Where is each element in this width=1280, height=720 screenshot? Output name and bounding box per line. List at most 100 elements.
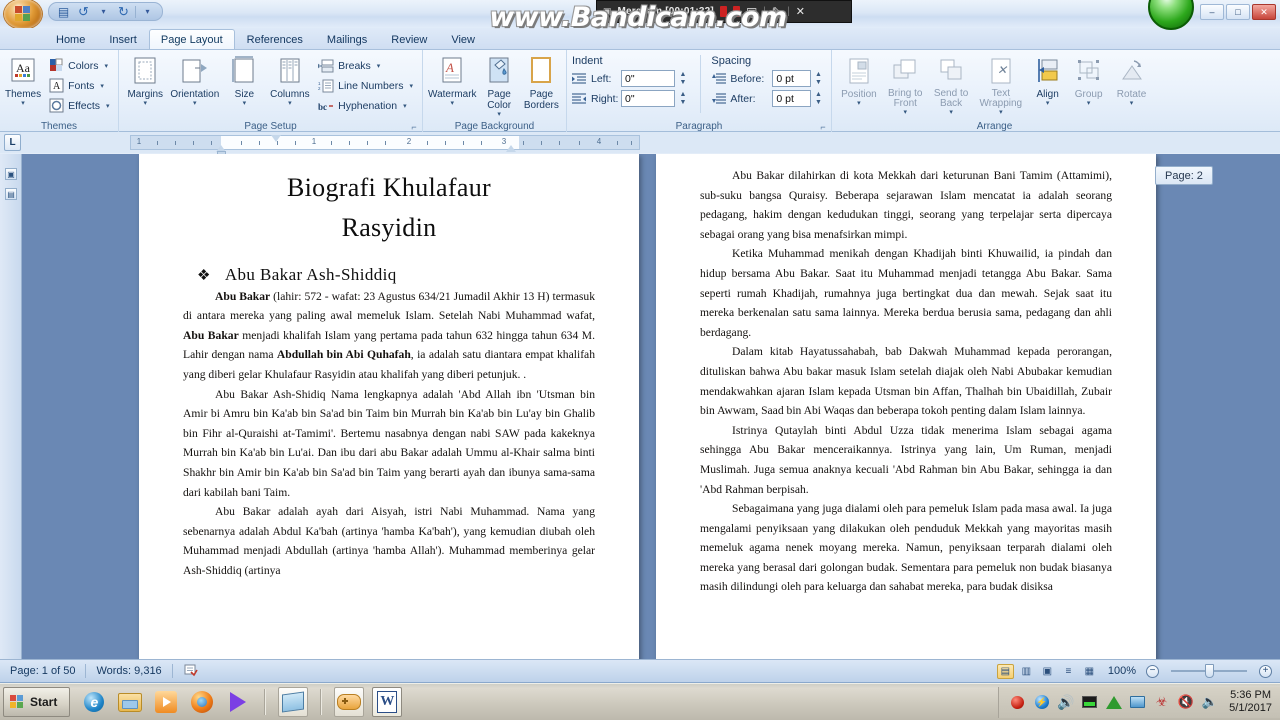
indent-right-input[interactable]: 0" (621, 90, 676, 107)
view-print-layout[interactable]: ▤ (996, 663, 1014, 679)
notes-app-icon[interactable] (278, 687, 309, 717)
align-button[interactable]: Align ▾ (1029, 53, 1066, 107)
columns-button[interactable]: Columns ▾ (269, 53, 311, 107)
proofing-errors-icon[interactable] (173, 663, 209, 680)
size-arrow[interactable]: ▾ (243, 100, 247, 107)
blue-sync-icon[interactable]: ⚡ (1033, 694, 1050, 711)
indent-left-spinner[interactable]: ▲ ▼ (679, 71, 690, 87)
zoom-out-button[interactable]: − (1146, 664, 1159, 678)
virus-shield-icon[interactable]: ☣ (1153, 694, 1170, 711)
gutter-marker-1[interactable]: ▣ (5, 168, 17, 180)
view-full-screen-reading[interactable]: ▥ (1018, 664, 1035, 679)
undo-icon[interactable]: ↺ (75, 4, 92, 20)
microsoft-word-icon[interactable]: W (372, 687, 403, 717)
customize-qat-icon[interactable]: ▾ (139, 4, 156, 20)
group-arrow[interactable]: ▾ (1087, 100, 1091, 107)
bring-to-front-arrow[interactable]: ▾ (903, 109, 907, 116)
line-numbers-arrow[interactable]: ▾ (409, 82, 413, 90)
theme-effects-button[interactable]: Effects ▾ (44, 96, 113, 115)
file-explorer-icon[interactable] (116, 688, 144, 716)
watermark-button[interactable]: A Watermark ▾ (428, 53, 477, 107)
spacing-after-input[interactable]: 0 pt (772, 90, 811, 107)
align-arrow[interactable]: ▾ (1046, 100, 1050, 107)
bring-to-front-button[interactable]: Bring to Front ▾ (884, 53, 927, 116)
indent-left-input[interactable]: 0" (621, 70, 676, 87)
spacing-after-spinner[interactable]: ▲ ▼ (815, 91, 826, 107)
document-page-2[interactable]: Abu Bakar dilahirkan di kota Mekkah dari… (656, 154, 1156, 659)
right-indent-marker[interactable] (506, 145, 516, 152)
view-outline[interactable]: ≡ (1060, 664, 1077, 679)
sound-muted-icon[interactable]: 🔇 (1177, 694, 1194, 711)
firefox-icon[interactable] (188, 688, 216, 716)
theme-fonts-button[interactable]: A Fonts ▾ (44, 76, 113, 95)
indent-right-spinner[interactable]: ▲ ▼ (679, 91, 690, 107)
windows-media-player-icon[interactable] (152, 688, 180, 716)
hyphenation-arrow[interactable]: ▾ (403, 102, 407, 110)
media-play-icon[interactable] (224, 688, 252, 716)
group-button[interactable]: Group ▾ (1069, 53, 1108, 107)
text-wrapping-arrow[interactable]: ▾ (999, 109, 1003, 116)
orientation-button[interactable]: Orientation ▾ (169, 53, 220, 107)
speaker-icon[interactable]: 🔈 (1201, 694, 1218, 711)
equalizer-icon[interactable] (1081, 694, 1098, 711)
bandicam-record-icon[interactable] (1009, 694, 1026, 711)
zoom-slider[interactable] (1163, 664, 1255, 678)
columns-arrow[interactable]: ▾ (288, 100, 292, 107)
network-screen-icon[interactable] (1129, 694, 1146, 711)
tab-stop-selector[interactable]: L (4, 134, 21, 151)
document-canvas[interactable]: ▣ ▤ Biografi Khulafaur Rasyidin ❖ Abu Ba… (0, 154, 1280, 659)
size-button[interactable]: Size ▾ (223, 53, 265, 107)
gutter-marker-2[interactable]: ▤ (5, 188, 17, 200)
word-count[interactable]: Words: 9,316 (86, 665, 171, 677)
close-button[interactable]: ✕ (1252, 4, 1276, 20)
breaks-button[interactable]: Breaks ▾ (314, 56, 417, 75)
text-wrapping-button[interactable]: ✕ Text Wrapping ▾ (976, 53, 1027, 116)
undo-dropdown-icon[interactable]: ▾ (95, 4, 112, 20)
view-web-layout[interactable]: ▣ (1039, 664, 1056, 679)
paragraph-dialog-launcher[interactable]: ⌐ (818, 122, 828, 132)
clock[interactable]: 5:36 PM 5/1/2017 (1225, 689, 1272, 715)
zoom-thumb[interactable] (1205, 664, 1214, 678)
zoom-in-button[interactable]: + (1259, 664, 1272, 678)
page-setup-dialog-launcher[interactable]: ⌐ (409, 122, 419, 132)
position-arrow[interactable]: ▾ (857, 100, 861, 107)
save-icon[interactable]: ▤ (55, 4, 72, 20)
send-to-back-arrow[interactable]: ▾ (949, 109, 953, 116)
green-triangle-icon[interactable] (1105, 694, 1122, 711)
breaks-arrow[interactable]: ▾ (377, 62, 381, 70)
page-color-button[interactable]: Page Color ▾ (480, 53, 519, 118)
internet-explorer-icon[interactable] (80, 688, 108, 716)
watermark-arrow[interactable]: ▾ (451, 100, 455, 107)
volume-red-icon[interactable]: 🔊 (1057, 694, 1074, 711)
tab-page-layout[interactable]: Page Layout (148, 29, 235, 49)
position-button[interactable]: Position ▾ (837, 53, 881, 107)
page-color-arrow[interactable]: ▾ (497, 111, 501, 118)
hyphenation-button[interactable]: bc Hyphenation ▾ (314, 96, 417, 115)
spacing-before-input[interactable]: 0 pt (772, 70, 811, 87)
spacing-before-spinner[interactable]: ▲ ▼ (815, 71, 826, 87)
theme-fonts-arrow[interactable]: ▾ (100, 82, 104, 90)
view-draft[interactable]: ▦ (1081, 664, 1098, 679)
maximize-button[interactable]: □ (1226, 4, 1250, 20)
tab-insert[interactable]: Insert (97, 29, 149, 49)
page-indicator[interactable]: Page: 1 of 50 (0, 665, 85, 677)
tab-home[interactable]: Home (44, 29, 97, 49)
rotate-button[interactable]: Rotate ▾ (1111, 53, 1152, 107)
themes-button[interactable]: Aa Themes ▾ (5, 53, 41, 107)
game-controller-icon[interactable] (334, 687, 365, 717)
send-to-back-button[interactable]: Send to Back ▾ (930, 53, 973, 116)
office-button[interactable] (4, 0, 42, 29)
horizontal-ruler[interactable]: 1 1 2 3 4 (130, 135, 640, 157)
orientation-arrow[interactable]: ▾ (193, 100, 197, 107)
rotate-arrow[interactable]: ▾ (1130, 100, 1134, 107)
first-line-indent-marker[interactable] (271, 135, 281, 142)
redo-icon[interactable]: ↻ (115, 4, 132, 20)
document-page-1[interactable]: Biografi Khulafaur Rasyidin ❖ Abu Bakar … (139, 154, 639, 659)
theme-colors-button[interactable]: Colors ▾ (44, 56, 113, 75)
tab-review[interactable]: Review (379, 29, 439, 49)
theme-effects-arrow[interactable]: ▾ (106, 102, 110, 110)
line-numbers-button[interactable]: 12 Line Numbers ▾ (314, 76, 417, 95)
tab-references[interactable]: References (235, 29, 315, 49)
zoom-level[interactable]: 100% (1102, 665, 1142, 677)
themes-dropdown-arrow[interactable]: ▾ (21, 100, 25, 107)
